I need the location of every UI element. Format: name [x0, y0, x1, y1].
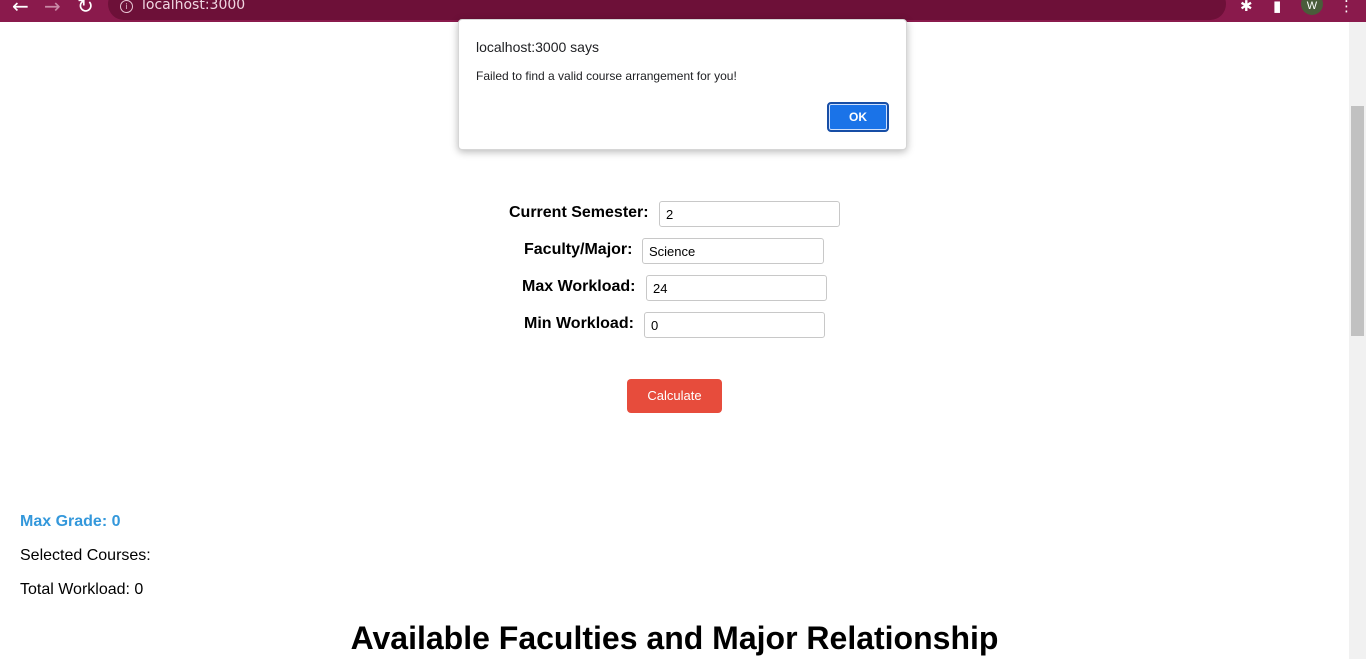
current-semester-label: Current Semester: [509, 204, 649, 221]
calculate-button[interactable]: Calculate [627, 379, 722, 413]
total-workload-text: Total Workload: 0 [20, 581, 144, 598]
reload-icon[interactable]: ↻ [77, 0, 94, 16]
scrollbar-thumb[interactable] [1351, 106, 1364, 336]
min-workload-input[interactable] [644, 312, 825, 338]
faculty-major-heading: Available Faculties and Major Relationsh… [350, 620, 999, 656]
url-text[interactable]: localhost:3000 [142, 0, 245, 13]
site-info-icon[interactable]: i [120, 0, 133, 13]
forward-icon[interactable]: → [44, 0, 61, 16]
address-bar[interactable]: i localhost:3000 ⬇ ⇪ ☆ [108, 0, 1226, 20]
ok-button[interactable]: OK [827, 102, 889, 132]
profile-avatar[interactable]: W [1301, 0, 1323, 15]
side-panel-icon[interactable]: ▮ [1273, 0, 1281, 15]
extensions-icon[interactable]: ✱ [1240, 0, 1253, 15]
max-workload-label: Max Workload: [522, 278, 636, 295]
max-workload-input[interactable] [646, 275, 827, 301]
faculty-major-label: Faculty/Major: [524, 241, 633, 258]
page-scrollbar[interactable] [1349, 22, 1366, 659]
dialog-title: localhost:3000 says [476, 39, 599, 55]
min-workload-label: Min Workload: [524, 315, 634, 332]
faculty-major-input[interactable] [642, 238, 824, 264]
max-grade-text: Max Grade: 0 [20, 513, 121, 530]
selected-courses-text: Selected Courses: [20, 547, 151, 564]
install-app-icon[interactable]: ⬇ [1136, 0, 1149, 3]
dialog-message: Failed to find a valid course arrangemen… [476, 69, 737, 83]
back-icon[interactable]: ← [12, 0, 29, 16]
alert-dialog: localhost:3000 says Failed to find a val… [458, 19, 907, 150]
browser-menu-icon[interactable]: ⋮ [1339, 0, 1354, 15]
bookmark-star-icon[interactable]: ☆ [1200, 0, 1213, 3]
current-semester-input[interactable] [659, 201, 840, 227]
share-icon[interactable]: ⇪ [1168, 0, 1181, 3]
